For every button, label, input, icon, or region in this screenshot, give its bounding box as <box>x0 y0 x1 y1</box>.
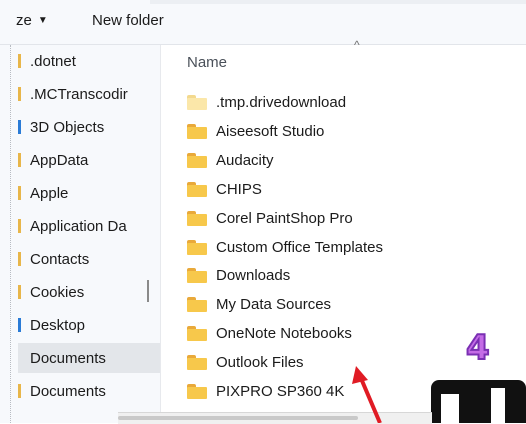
file-name: My Data Sources <box>216 295 332 313</box>
nav-item[interactable]: .dotnet <box>18 46 160 76</box>
nav-item-label: Apple <box>30 184 69 202</box>
folder-icon <box>187 354 207 370</box>
folder-icon-body <box>187 155 207 168</box>
nav-item-label: Application Da <box>30 217 127 235</box>
nav-item[interactable]: AppData <box>18 145 160 175</box>
icon-shape-right <box>491 388 505 423</box>
file-name: Outlook Files <box>216 353 304 371</box>
file-name: OneNote Notebooks <box>216 324 352 342</box>
nav-item[interactable]: .MCTranscodir <box>18 79 160 109</box>
folder-icon-body <box>187 184 207 197</box>
annotation-arrow-icon <box>352 366 382 423</box>
file-name: Downloads <box>216 266 291 284</box>
nav-item-label: .MCTranscodir <box>30 85 128 103</box>
nav-item-label: .dotnet <box>30 52 76 70</box>
nav-scrollbar[interactable] <box>147 280 149 302</box>
nav-item[interactable]: Cookies <box>18 277 160 307</box>
folder-icon <box>187 152 207 168</box>
organize-button[interactable]: ze ▼ <box>16 12 48 29</box>
nav-item-label: Desktop <box>30 316 86 334</box>
folder-icon <box>18 87 21 101</box>
file-name: Custom Office Templates <box>216 238 384 256</box>
arrow-head <box>352 366 368 384</box>
folder-icon <box>18 153 21 167</box>
folder-icon <box>187 210 207 226</box>
nav-item[interactable]: Application Da <box>18 211 160 241</box>
nav-item[interactable]: Apple <box>18 178 160 208</box>
partial-app-icon <box>431 380 526 423</box>
folder-icon <box>18 219 21 233</box>
arrow-shaft <box>358 375 382 423</box>
nav-item[interactable]: Documents <box>18 376 160 406</box>
folder-icon-body <box>187 270 207 283</box>
file-row[interactable]: Custom Office Templates <box>187 235 383 259</box>
nav-item[interactable]: 3D Objects <box>18 112 160 142</box>
nav-item[interactable]: Documents <box>18 343 160 373</box>
nav-item-label: Documents <box>30 349 106 367</box>
file-row[interactable]: OneNote Notebooks <box>187 321 352 345</box>
special-folder-icon <box>18 318 21 332</box>
folder-icon-body <box>187 357 207 370</box>
file-name: PIXPRO SP360 4K <box>216 382 345 400</box>
tree-guide-line <box>10 45 13 423</box>
folder-icon <box>187 267 207 283</box>
new-folder-button[interactable]: New folder <box>92 12 164 29</box>
file-row[interactable]: Audacity <box>187 148 274 172</box>
command-bar: ze ▼ New folder <box>0 0 526 45</box>
folder-icon <box>187 94 207 110</box>
special-folder-icon <box>18 120 21 134</box>
file-row[interactable]: Corel PaintShop Pro <box>187 206 353 230</box>
organize-label: ze <box>16 12 32 29</box>
folder-icon-body <box>187 386 207 399</box>
chevron-down-icon: ▼ <box>37 15 48 26</box>
folder-icon <box>187 181 207 197</box>
nav-item[interactable]: Desktop <box>18 310 160 340</box>
nav-item-label: Cookies <box>30 283 85 301</box>
nav-item-label: Contacts <box>30 250 90 268</box>
folder-icon-body <box>187 97 207 110</box>
file-name: Corel PaintShop Pro <box>216 209 353 227</box>
file-row[interactable]: .tmp.drivedownload <box>187 90 346 114</box>
folder-icon <box>187 296 207 312</box>
folder-icon <box>187 239 207 255</box>
file-row[interactable]: My Data Sources <box>187 292 331 316</box>
file-row[interactable]: Outlook Files <box>187 350 304 374</box>
folder-icon <box>187 123 207 139</box>
file-name: Audacity <box>216 151 274 169</box>
folder-icon-body <box>187 126 207 139</box>
folder-icon <box>18 54 21 68</box>
file-row[interactable]: Downloads <box>187 263 290 287</box>
scrollbar-thumb[interactable] <box>118 416 358 420</box>
column-header-name[interactable]: Name <box>187 54 227 71</box>
file-row[interactable]: Aiseesoft Studio <box>187 119 324 143</box>
folder-icon-body <box>187 299 207 312</box>
nav-item-label: Documents <box>30 382 106 400</box>
folder-icon <box>187 325 207 341</box>
nav-item[interactable]: Contacts <box>18 244 160 274</box>
folder-icon-body <box>187 213 207 226</box>
folder-icon <box>187 383 207 399</box>
file-row[interactable]: CHIPS <box>187 177 262 201</box>
folder-icon <box>18 285 21 299</box>
file-name: .tmp.drivedownload <box>216 93 347 111</box>
toolbar-top-strip <box>150 0 526 4</box>
folder-icon <box>18 252 21 266</box>
folder-icon-body <box>187 328 207 341</box>
nav-item-label: 3D Objects <box>30 118 105 136</box>
step-number-badge: 4 <box>465 327 491 369</box>
file-row[interactable]: PIXPRO SP360 4K <box>187 379 344 403</box>
file-name: Aiseesoft Studio <box>216 122 325 140</box>
folder-icon <box>18 186 21 200</box>
file-name: CHIPS <box>216 180 262 198</box>
folder-icon-body <box>187 242 207 255</box>
nav-item-label: AppData <box>30 151 89 169</box>
folder-icon <box>18 384 21 398</box>
icon-shape-left <box>441 394 459 423</box>
sort-ascending-icon[interactable]: ^ <box>354 38 360 52</box>
